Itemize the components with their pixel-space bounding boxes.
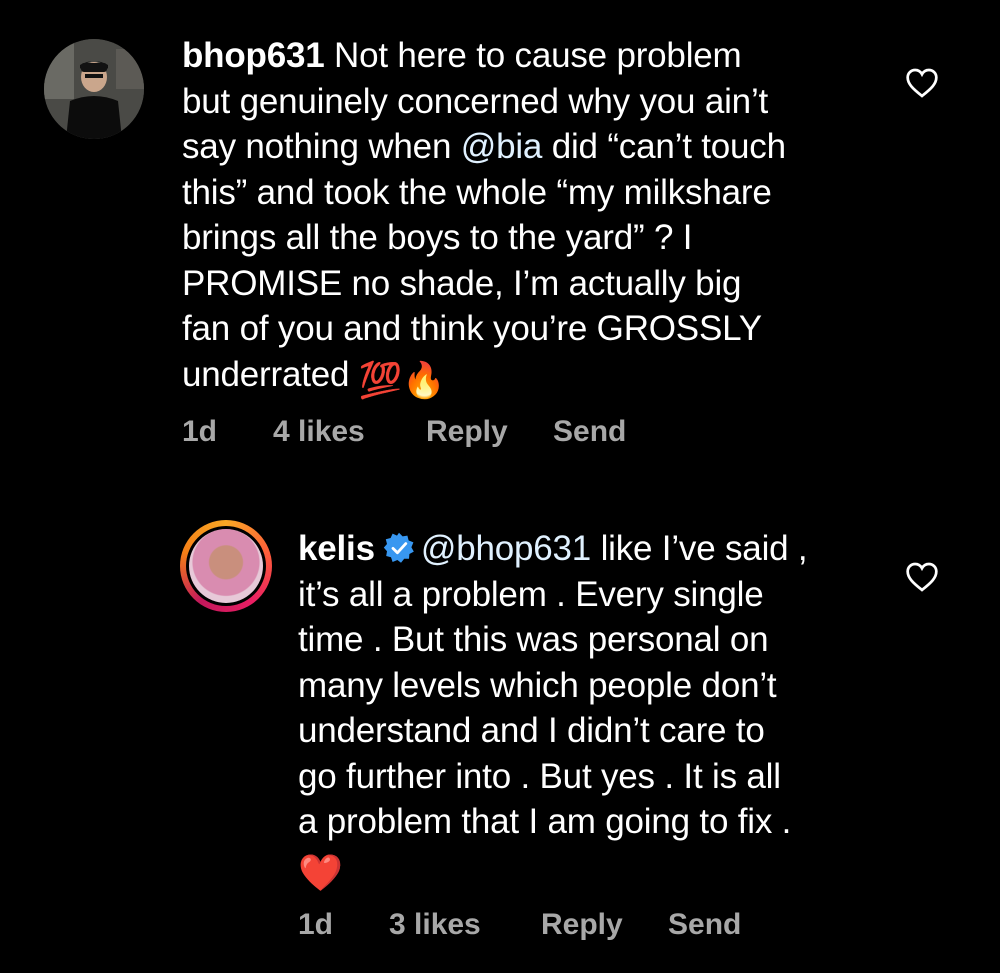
comment-meta: 1d 3 likes Reply Send <box>298 908 741 942</box>
avatar-kelis[interactable] <box>180 520 272 612</box>
comment-time: 1d <box>298 908 334 941</box>
comment-text: kelis @bhop631 like I’ve said , it’s all… <box>298 526 898 895</box>
comment-line: fan of you and think you’re GROSSLY <box>182 309 762 348</box>
comment-line: like I’ve said , <box>591 529 808 568</box>
comment-line: say nothing when <box>182 127 461 166</box>
comment-line: PROMISE no shade, I’m actually big <box>182 263 742 303</box>
verified-badge-icon <box>383 532 414 563</box>
comment-line: but genuinely concerned why you ain’t <box>182 81 769 121</box>
like-heart-icon[interactable] <box>905 562 939 592</box>
fire-emoji-icon: 🔥 <box>402 360 446 400</box>
avatar-photo-icon <box>44 39 144 139</box>
comment-line: it’s all a problem . Every single <box>298 574 764 614</box>
reply-button[interactable]: Reply <box>541 908 668 942</box>
comment-meta: 1d 4 likes Reply Send <box>182 415 626 449</box>
comment-line: underrated <box>182 354 359 394</box>
red-heart-emoji-icon: ❤️ <box>298 851 343 893</box>
like-heart-icon[interactable] <box>905 68 939 98</box>
comment-time: 1d <box>182 415 218 448</box>
avatar-photo-icon <box>186 526 266 606</box>
send-button[interactable]: Send <box>553 415 626 449</box>
comment-line: did “can’t touch <box>542 127 786 166</box>
comment-line: go further into . But yes . It is all <box>298 756 781 796</box>
reply-button[interactable]: Reply <box>426 415 553 449</box>
mention-bhop631[interactable]: @bhop631 <box>421 529 591 568</box>
username-kelis[interactable]: kelis <box>298 529 375 568</box>
username-bhop631[interactable]: bhop631 <box>182 36 325 75</box>
comment-line: understand and I didn’t care to <box>298 711 765 750</box>
comment-line: brings all the boys to the yard” ? I <box>182 218 693 257</box>
comment-text: bhop631 Not here to cause problem but ge… <box>182 33 882 403</box>
avatar-bhop631[interactable] <box>44 39 144 139</box>
comment-line: time . But this was personal on <box>298 620 769 659</box>
comment-line: Not here to cause problem <box>334 36 742 75</box>
comment-line: a problem that I am going to fix . <box>298 802 792 841</box>
comment-line: this” and took the whole “my milkshare <box>182 172 772 212</box>
likes-count[interactable]: 4 likes <box>273 415 426 449</box>
mention-bia[interactable]: @bia <box>461 127 543 166</box>
send-button[interactable]: Send <box>668 908 741 942</box>
comment-line: many levels which people don’t <box>298 665 777 705</box>
hundred-emoji-icon: 💯 <box>358 360 403 400</box>
likes-count[interactable]: 3 likes <box>389 908 541 942</box>
